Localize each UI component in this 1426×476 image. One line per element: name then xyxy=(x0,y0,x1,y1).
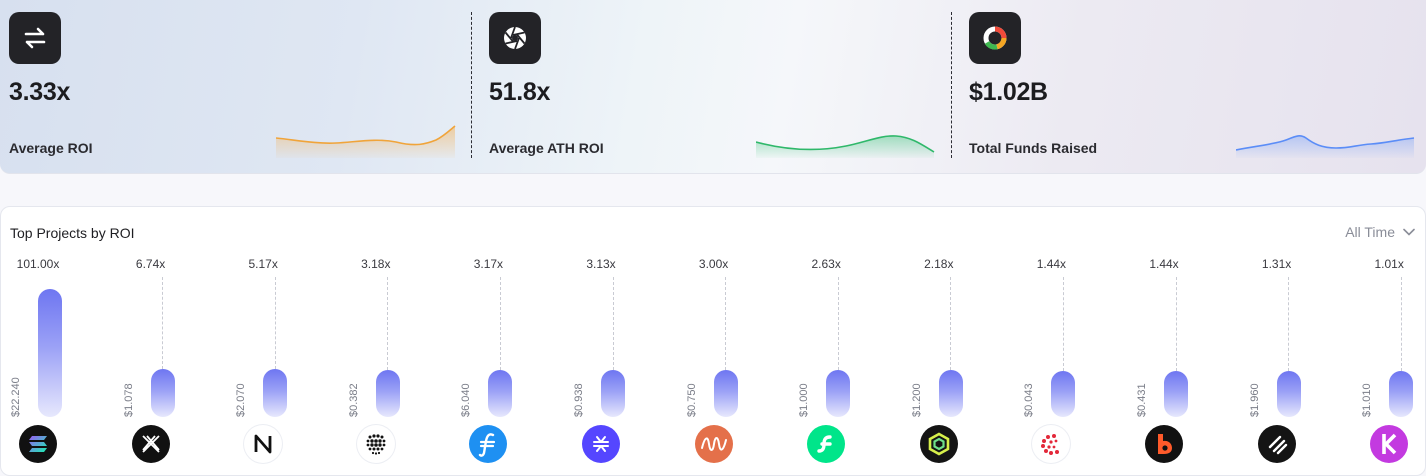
roi-guide-line xyxy=(612,277,614,370)
hexagon-ring-logo-icon[interactable] xyxy=(919,425,958,463)
roi-bar[interactable] xyxy=(938,370,963,417)
project-column: 2.63x $1.000 xyxy=(789,207,901,476)
stat-value: 3.33x xyxy=(9,78,71,106)
project-column: 3.13x $0.938 xyxy=(564,207,676,476)
roi-value-label: 2.63x xyxy=(811,257,841,271)
project-column: 6.74x $1.078 xyxy=(114,207,226,476)
roi-guide-line xyxy=(162,277,164,370)
roi-value-label: 5.17x xyxy=(248,257,278,271)
immutable-x-logo-icon[interactable] xyxy=(131,425,170,463)
project-column: 2.18x $1.200 xyxy=(902,207,1014,476)
project-column: 1.31x $1.960 xyxy=(1240,207,1352,476)
price-label: $1.010 xyxy=(1361,383,1374,417)
price-label: $1.078 xyxy=(122,383,135,417)
roi-guide-line xyxy=(950,277,952,371)
price-label: $6.040 xyxy=(460,383,473,417)
roi-guide-line xyxy=(837,277,839,370)
stats-divider xyxy=(951,12,952,158)
average-ath-roi-sparkline xyxy=(756,135,935,158)
near-logo-icon[interactable] xyxy=(244,425,283,463)
roi-guide-line xyxy=(1175,277,1177,371)
price-label: $0.750 xyxy=(685,383,698,417)
wave-logo-icon[interactable] xyxy=(694,425,733,463)
roi-bar[interactable] xyxy=(826,370,851,417)
stat-label: Total Funds Raised xyxy=(969,140,1098,156)
roi-bar[interactable] xyxy=(38,289,62,417)
stat-card-total-funds-raised: $1.02B Total Funds Raised xyxy=(960,0,1426,174)
roi-value-label: 1.44x xyxy=(1036,257,1067,271)
project-column: 101.00x $22.240 xyxy=(1,207,113,476)
roi-value-label: 3.18x xyxy=(361,257,391,271)
price-label: $22.240 xyxy=(10,377,22,417)
stat-value: $1.02B xyxy=(969,78,1048,106)
project-column: 1.44x $0.043 xyxy=(1014,207,1126,476)
price-label: $1.000 xyxy=(798,383,811,417)
stats-band: 3.33x Average ROI 51.8x Average ATH ROI … xyxy=(0,0,1426,174)
stats-divider xyxy=(471,12,472,158)
price-label: $0.043 xyxy=(1023,383,1036,417)
roi-bar[interactable] xyxy=(375,369,400,417)
price-label: $1.960 xyxy=(1248,383,1261,417)
roi-value-label: 1.01x xyxy=(1374,257,1404,271)
k-logo-icon[interactable] xyxy=(1370,425,1409,463)
solana-logo-icon[interactable] xyxy=(19,425,57,463)
price-label: $0.431 xyxy=(1136,383,1148,417)
b-logo-icon[interactable] xyxy=(1145,425,1183,463)
price-label: $0.938 xyxy=(573,383,585,417)
roi-guide-line xyxy=(1288,277,1290,371)
top-projects-panel: Top Projects by ROI All Time 101.00x $22.… xyxy=(0,206,1426,476)
dots-logo-icon[interactable] xyxy=(356,425,395,463)
roi-guide-line xyxy=(274,277,276,370)
roi-value-label: 2.18x xyxy=(924,257,954,271)
filecoin-logo-icon[interactable] xyxy=(469,425,508,463)
price-label: $0.382 xyxy=(347,383,360,417)
c-dots-logo-icon[interactable] xyxy=(1032,425,1071,463)
total-funds-raised-sparkline xyxy=(1236,135,1415,158)
roi-value-label: 1.44x xyxy=(1149,257,1179,271)
average-roi-sparkline xyxy=(276,125,456,158)
roi-bar[interactable] xyxy=(1051,370,1076,417)
roi-bar[interactable] xyxy=(601,369,625,417)
roi-value-label: 1.31x xyxy=(1261,257,1292,271)
roi-bar[interactable] xyxy=(713,369,738,417)
roi-bar[interactable] xyxy=(1276,370,1301,417)
stacks-logo-icon[interactable] xyxy=(582,425,620,463)
stat-card-average-ath-roi: 51.8x Average ATH ROI xyxy=(480,0,950,174)
roi-guide-line xyxy=(1062,277,1064,371)
roi-bar[interactable] xyxy=(488,369,513,417)
project-column: 3.17x $6.040 xyxy=(451,207,563,476)
roi-guide-line xyxy=(725,277,727,370)
project-column: 3.18x $0.382 xyxy=(339,207,451,476)
roi-bar[interactable] xyxy=(263,369,288,417)
ring-chart-icon xyxy=(969,12,1021,64)
roi-value-label: 101.00x xyxy=(16,257,60,271)
slashes-logo-icon[interactable] xyxy=(1257,425,1296,463)
roi-guide-line xyxy=(1400,277,1402,371)
stat-label: Average ROI xyxy=(9,140,93,156)
roi-bar[interactable] xyxy=(1164,370,1188,417)
price-label: $1.200 xyxy=(910,383,923,417)
project-column: 1.01x $1.010 xyxy=(1352,207,1426,476)
roi-guide-line xyxy=(387,277,389,370)
stat-card-average-roi: 3.33x Average ROI xyxy=(0,0,470,174)
roi-value-label: 6.74x xyxy=(135,257,166,271)
project-column: 5.17x $2.070 xyxy=(226,207,338,476)
price-label: $2.070 xyxy=(235,383,248,417)
flow-logo-icon[interactable] xyxy=(807,425,846,463)
roi-value-label: 3.13x xyxy=(586,257,616,271)
roi-bar[interactable] xyxy=(150,369,175,417)
roi-guide-line xyxy=(499,277,501,370)
project-column: 1.44x $0.431 xyxy=(1127,207,1239,476)
roi-value-label: 3.00x xyxy=(698,257,729,271)
roi-bar[interactable] xyxy=(1389,371,1414,417)
roi-value-label: 3.17x xyxy=(473,257,504,271)
project-column: 3.00x $0.750 xyxy=(677,207,789,476)
stat-label: Average ATH ROI xyxy=(489,140,604,156)
aperture-icon xyxy=(489,12,541,64)
swap-arrows-icon xyxy=(9,12,61,64)
stat-value: 51.8x xyxy=(489,78,551,106)
